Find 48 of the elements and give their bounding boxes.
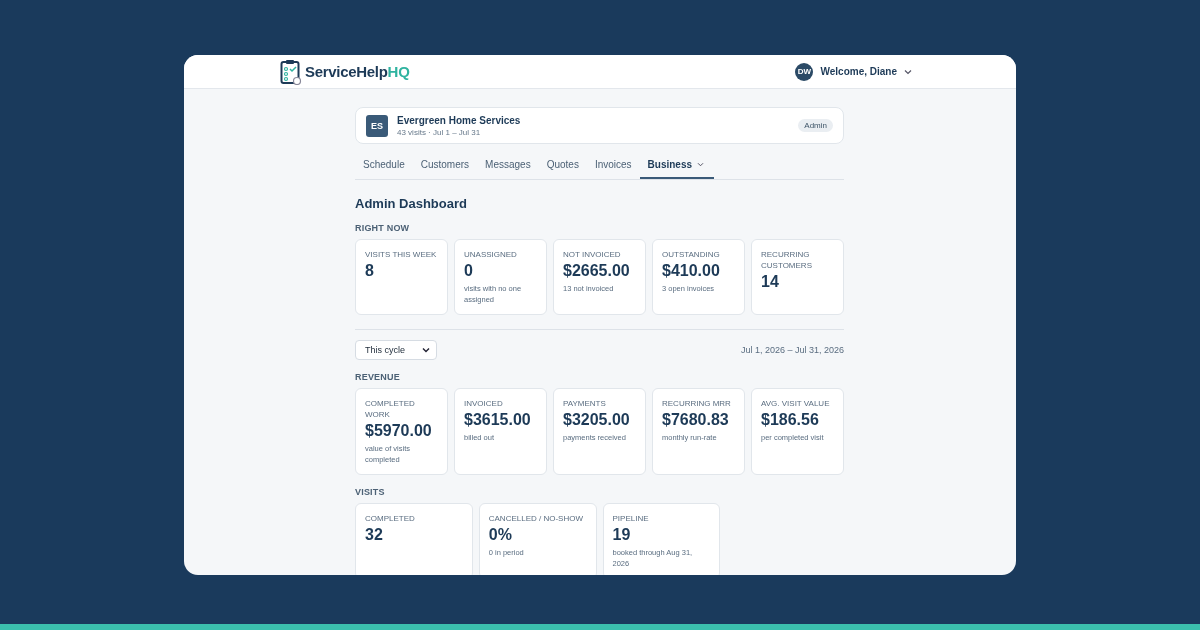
stat-value: $7680.83 <box>662 411 730 429</box>
nav-tab[interactable]: Customers <box>412 152 478 179</box>
stat-value: 0% <box>488 526 513 544</box>
stat-value: 19 <box>612 526 632 544</box>
nav-tab[interactable]: Quotes <box>538 152 587 179</box>
stat-value: $3205.00 <box>563 411 631 429</box>
stat-label: UNASSIGNED <box>464 249 518 260</box>
stat-label: AVG. VISIT VALUE <box>761 398 831 409</box>
stat-value: 8 <box>365 262 375 280</box>
stat-label: RECURRING MRR <box>662 398 732 409</box>
chevron-down-icon <box>422 347 430 353</box>
user-avatar[interactable]: DW <box>795 62 814 81</box>
stat-label: PIPELINE <box>612 513 650 524</box>
section-heading: RIGHT NOW <box>355 223 411 233</box>
stat-label: VISITS THIS WEEK <box>365 249 438 260</box>
stat-label: PAYMENTS <box>563 398 607 409</box>
period-select[interactable]: This cycle <box>355 340 437 360</box>
welcome-menu[interactable]: Welcome, Diane <box>820 66 897 77</box>
stat-label: NOT INVOICED <box>563 249 622 260</box>
nav-tab[interactable]: Schedule <box>355 152 413 179</box>
date-range: Jul 1, 2026 – Jul 31, 2026 <box>740 345 844 355</box>
section-heading: VISITS <box>355 487 386 497</box>
stat-value: 32 <box>365 526 384 544</box>
stat-value: $2665.00 <box>563 262 631 280</box>
clipboard-icon <box>280 58 302 85</box>
stat-value: $410.00 <box>662 262 721 280</box>
stat-label: CANCELLED / NO-SHOW <box>488 513 584 524</box>
logo-text[interactable]: ServiceHelpHQ <box>305 63 410 80</box>
page-title: Admin Dashboard <box>355 196 468 211</box>
role-badge: Admin <box>798 119 833 132</box>
stat-value: 14 <box>761 273 780 291</box>
organization-meta: 43 visits · Jul 1 – Jul 31 <box>397 127 482 137</box>
nav-tab[interactable]: Invoices <box>586 152 640 179</box>
stat-value: $3615.00 <box>464 411 532 429</box>
stat-label: COMPLETED <box>365 513 416 524</box>
stat-label: OUTSTANDING <box>662 249 721 260</box>
stat-label: COMPLETED WORK <box>365 398 416 420</box>
nav-tab[interactable]: Business <box>639 152 715 179</box>
stat-value: $186.56 <box>761 411 820 429</box>
stat-value: 0 <box>464 262 474 280</box>
chevron-down-icon <box>904 68 912 75</box>
organization-avatar: ES <box>366 114 388 137</box>
section-heading: REVENUE <box>355 372 401 382</box>
nav-tab[interactable]: Messages <box>477 152 539 179</box>
stat-label: RECURRING CUSTOMERS <box>761 249 813 271</box>
stat-label: INVOICED <box>464 398 504 409</box>
organization-name: Evergreen Home Services <box>397 114 522 126</box>
stat-value: $5970.00 <box>365 422 433 440</box>
